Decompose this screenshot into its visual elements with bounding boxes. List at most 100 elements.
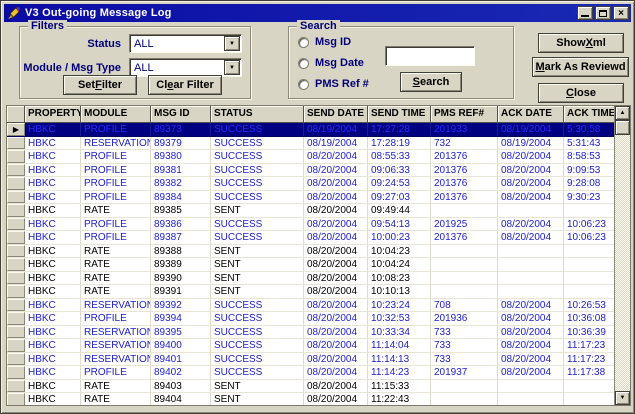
table-row[interactable]: HBKCPROFILE89384SUCCESS08/20/200409:27:0… <box>7 191 614 205</box>
radio-pms-ref[interactable]: PMS Ref # <box>298 78 369 90</box>
cell-ack-time: 10:36:08 <box>564 312 614 325</box>
radio-msg-id[interactable]: Msg ID <box>298 36 351 48</box>
cell-send-date: 08/20/2004 <box>304 218 368 231</box>
mark-as-reviewed-button[interactable]: Mark As Reviewd <box>532 57 629 77</box>
cell-pms-ref: 732 <box>431 137 498 150</box>
maximize-button[interactable] <box>595 6 611 20</box>
cell-msg-id: 89400 <box>151 339 211 352</box>
table-row[interactable]: HBKCPROFILE89402SUCCESS08/20/200411:14:2… <box>7 366 614 380</box>
column-header-msg-id[interactable]: MSG ID <box>151 106 211 123</box>
cell-property: HBKC <box>25 245 81 258</box>
table-row[interactable]: HBKCRATE89390SENT08/20/200410:08:23 <box>7 272 614 286</box>
row-selector[interactable] <box>7 218 25 231</box>
table-row[interactable]: HBKCRESERVATION89392SUCCESS08/20/200410:… <box>7 299 614 313</box>
table-row[interactable]: HBKCRESERVATION89401SUCCESS08/20/200411:… <box>7 353 614 367</box>
cell-pms-ref: 201376 <box>431 150 498 163</box>
row-selector[interactable] <box>7 339 25 352</box>
cell-property: HBKC <box>25 312 81 325</box>
cell-module: PROFILE <box>81 218 151 231</box>
row-selector[interactable] <box>7 137 25 150</box>
search-legend: Search <box>297 20 340 32</box>
show-xml-button[interactable]: Show Xml <box>538 33 624 53</box>
cell-property: HBKC <box>25 150 81 163</box>
cell-send-time: 10:23:24 <box>368 299 431 312</box>
scroll-down-button[interactable]: ▼ <box>615 391 630 405</box>
table-row[interactable]: HBKCPROFILE89380SUCCESS08/20/200408:55:3… <box>7 150 614 164</box>
row-selector[interactable] <box>7 353 25 366</box>
column-header-ack-time[interactable]: ACK TIME <box>564 106 614 123</box>
table-row[interactable]: HBKCRATE89404SENT08/20/200411:22:43 <box>7 393 614 405</box>
cell-ack-time: 11:17:23 <box>564 339 614 352</box>
cell-ack-date: 08/19/2004 <box>498 137 564 150</box>
scroll-up-button[interactable]: ▲ <box>615 106 630 120</box>
column-header-pms-ref[interactable]: PMS REF# <box>431 106 498 123</box>
cell-pms-ref: 201937 <box>431 366 498 379</box>
row-selector[interactable] <box>7 150 25 163</box>
search-button[interactable]: Search <box>400 72 462 92</box>
row-selector[interactable] <box>7 272 25 285</box>
radio-msg-date[interactable]: Msg Date <box>298 57 364 69</box>
table-row[interactable]: HBKCRATE89388SENT08/20/200410:04:23 <box>7 245 614 259</box>
close-window-button[interactable]: × <box>613 6 629 20</box>
row-selector[interactable] <box>7 393 25 405</box>
radio-button-icon[interactable] <box>298 58 309 69</box>
column-header-module[interactable]: MODULE <box>81 106 151 123</box>
scrollbar-thumb[interactable] <box>615 120 630 135</box>
module-combobox-dropdown-button[interactable]: ▼ <box>224 60 240 75</box>
table-row[interactable]: HBKCPROFILE89382SUCCESS08/20/200409:24:5… <box>7 177 614 191</box>
table-row[interactable]: HBKCRESERVATION89400SUCCESS08/20/200411:… <box>7 339 614 353</box>
table-row[interactable]: HBKCPROFILE89381SUCCESS08/20/200409:06:3… <box>7 164 614 178</box>
cell-status: SUCCESS <box>211 231 304 244</box>
clear-filter-button[interactable]: Clear Filter <box>148 75 222 95</box>
table-row[interactable]: HBKCRESERVATION89379SUCCESS08/19/200417:… <box>7 137 614 151</box>
table-row[interactable]: HBKCPROFILE89387SUCCESS08/20/200410:00:2… <box>7 231 614 245</box>
row-selector[interactable] <box>7 366 25 379</box>
cell-ack-time: 10:06:23 <box>564 231 614 244</box>
cell-ack-time: 8:58:53 <box>564 150 614 163</box>
table-row[interactable]: HBKCRESERVATION89395SUCCESS08/20/200410:… <box>7 326 614 340</box>
set-filter-button[interactable]: Set Filter <box>63 75 137 95</box>
row-selector[interactable] <box>7 326 25 339</box>
table-row[interactable]: HBKCPROFILE89394SUCCESS08/20/200410:32:5… <box>7 312 614 326</box>
close-button[interactable]: Close <box>538 83 624 103</box>
table-row[interactable]: HBKCRATE89403SENT08/20/200411:15:33 <box>7 380 614 394</box>
cell-property: HBKC <box>25 191 81 204</box>
cell-pms-ref: 733 <box>431 339 498 352</box>
row-selector[interactable] <box>7 204 25 217</box>
cell-msg-id: 89389 <box>151 258 211 271</box>
row-selector[interactable] <box>7 312 25 325</box>
table-row[interactable]: ▶HBKCPROFILE89373SUCCESS08/19/200417:27:… <box>7 123 614 137</box>
cell-ack-date: 08/19/2004 <box>498 123 564 136</box>
row-selector[interactable] <box>7 285 25 298</box>
row-selector[interactable] <box>7 299 25 312</box>
radio-button-icon[interactable] <box>298 79 309 90</box>
vertical-scrollbar[interactable]: ▲ ▼ <box>614 106 630 405</box>
cell-property: HBKC <box>25 218 81 231</box>
row-selector-current[interactable]: ▶ <box>7 123 25 136</box>
table-row[interactable]: HBKCRATE89385SENT08/20/200409:49:44 <box>7 204 614 218</box>
search-input[interactable] <box>385 46 475 66</box>
cell-ack-time <box>564 380 614 393</box>
table-row[interactable]: HBKCPROFILE89386SUCCESS08/20/200409:54:1… <box>7 218 614 232</box>
column-header-ack-date[interactable]: ACK DATE <box>498 106 564 123</box>
row-selector[interactable] <box>7 245 25 258</box>
status-combobox-dropdown-button[interactable]: ▼ <box>224 36 240 51</box>
column-header-send-date[interactable]: SEND DATE <box>304 106 368 123</box>
row-selector[interactable] <box>7 164 25 177</box>
column-header-send-time[interactable]: SEND TIME <box>368 106 431 123</box>
table-row[interactable]: HBKCRATE89389SENT08/20/200410:04:24 <box>7 258 614 272</box>
cell-module: RESERVATION <box>81 353 151 366</box>
status-combobox[interactable]: ALL ▼ <box>129 34 242 53</box>
radio-button-icon[interactable] <box>298 37 309 48</box>
minimize-button[interactable] <box>577 6 593 20</box>
column-header-property[interactable]: PROPERTY <box>25 106 81 123</box>
table-row[interactable]: HBKCRATE89391SENT08/20/200410:10:13 <box>7 285 614 299</box>
row-selector[interactable] <box>7 191 25 204</box>
cell-status: SENT <box>211 258 304 271</box>
row-selector[interactable] <box>7 258 25 271</box>
row-selector[interactable] <box>7 380 25 393</box>
cell-send-time: 11:14:04 <box>368 339 431 352</box>
column-header-status[interactable]: STATUS <box>211 106 304 123</box>
row-selector[interactable] <box>7 177 25 190</box>
row-selector[interactable] <box>7 231 25 244</box>
